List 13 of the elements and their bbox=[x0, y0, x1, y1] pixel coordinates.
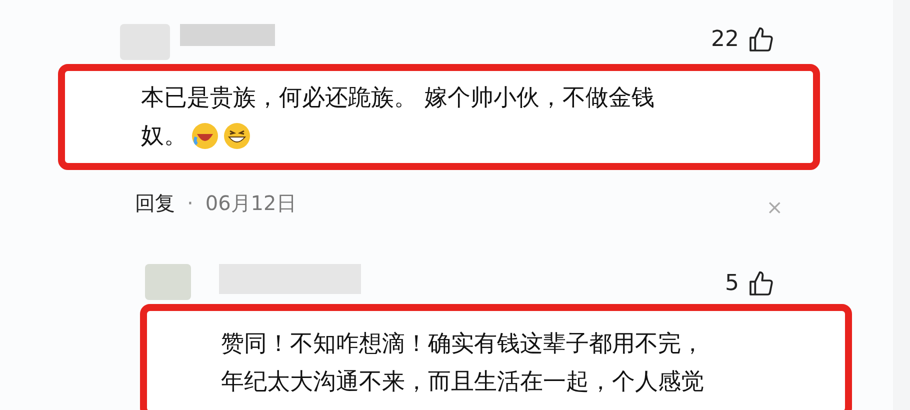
thumbs-up-icon[interactable] bbox=[747, 270, 775, 298]
like-count: 22 bbox=[711, 26, 739, 54]
comment-line: 年纪太大沟通不来，而且生活在一起，个人感觉 bbox=[221, 368, 704, 397]
comment-line: 本已是贵族，何必还跪族。 嫁个帅小伙，不做金钱 bbox=[141, 84, 654, 113]
reply-link[interactable]: 回复 bbox=[135, 190, 175, 216]
laughing-face-icon bbox=[191, 122, 219, 150]
comment-date: 06月12日 bbox=[205, 190, 296, 216]
comment-line: 赞同！不知咋想滴！确实有钱这辈子都用不完， bbox=[221, 330, 704, 359]
thumbs-up-icon[interactable] bbox=[747, 26, 775, 54]
separator-dot: · bbox=[187, 190, 194, 216]
comment-line: 奴。 bbox=[141, 122, 187, 151]
grinning-face-icon bbox=[223, 122, 251, 150]
like-count: 5 bbox=[725, 270, 739, 298]
